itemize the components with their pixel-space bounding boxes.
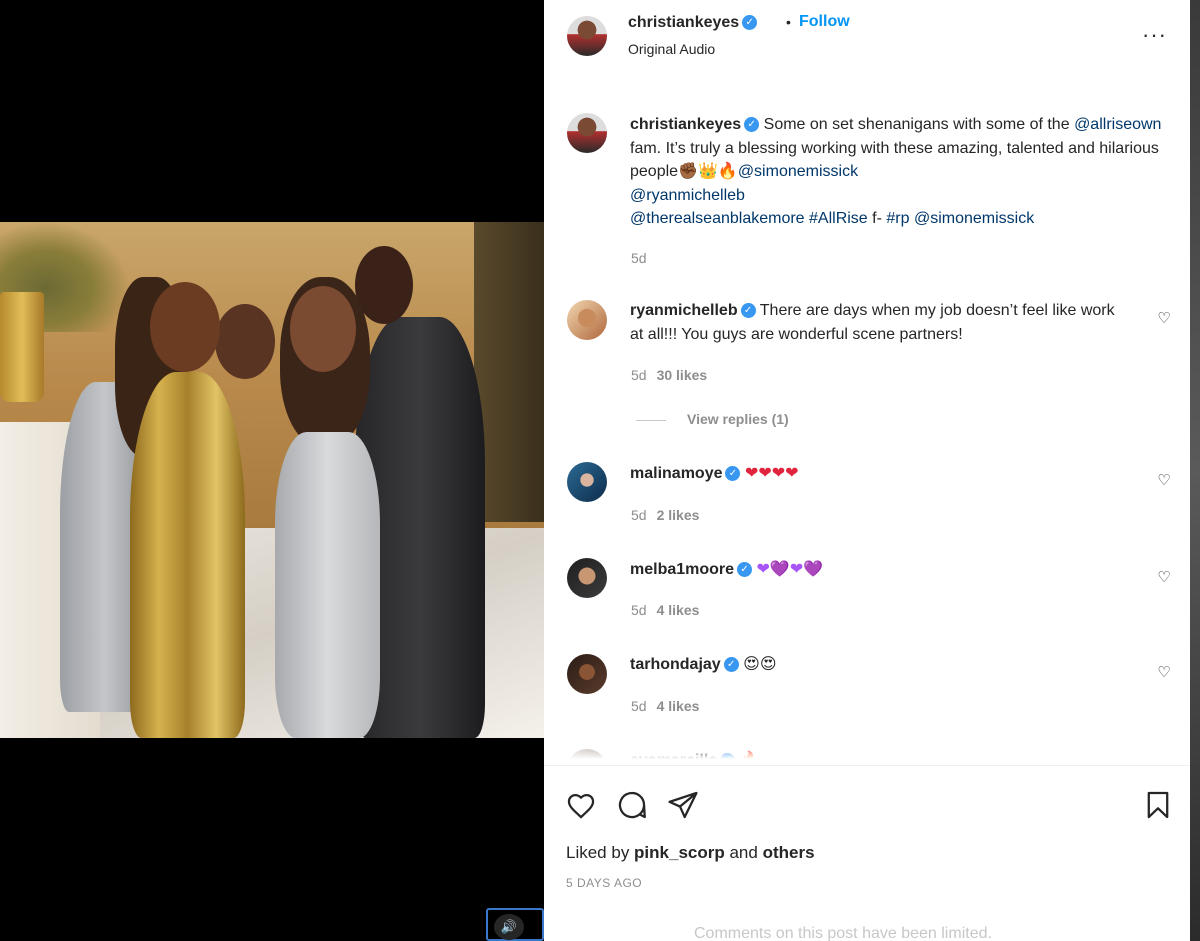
mention-link[interactable]: @simonemissick [914,210,1034,227]
comment-text: 😍😍 [743,656,777,673]
speaker-icon: 🔊 [494,914,524,940]
comment-time[interactable]: 5d [631,367,647,383]
media-viewer: 🔊 [0,0,544,941]
mention-link[interactable]: @ryanmichelleb [630,187,745,204]
post-date[interactable]: 5 DAYS AGO [566,876,642,890]
comment-username[interactable]: melba1moore [630,561,734,578]
liked-by-others[interactable]: others [763,843,815,862]
mention-link[interactable]: @simonemissick [738,163,858,180]
person-silver-dress [275,432,380,738]
author-avatar[interactable] [567,16,607,56]
view-replies-button[interactable]: View replies (1) [687,411,789,427]
comment-meta: 5d 4 likes [631,698,699,714]
comment-avatar[interactable] [567,654,607,694]
comment-avatar[interactable] [567,462,607,502]
audio-label[interactable]: Original Audio [628,41,715,57]
comment-item: tarhondajay ✓ 😍😍 [630,653,1130,677]
follow-button[interactable]: Follow [799,13,850,31]
comment-username[interactable]: malinamoye [630,465,722,482]
share-icon[interactable] [666,788,700,822]
liked-by-user[interactable]: pink_scorp [634,843,725,862]
comment-item: ryanmichelleb ✓ There are days when my jo… [630,299,1130,346]
comment-item: malinamoye ✓ ❤❤❤❤ [630,462,1130,486]
comment-time[interactable]: 5d [631,698,647,714]
replies-divider [636,420,666,421]
like-comment-heart-icon[interactable]: ♡ [1156,311,1172,327]
like-comment-heart-icon[interactable]: ♡ [1156,570,1172,586]
verified-icon: ✓ [725,466,741,482]
verified-icon: ✓ [737,562,753,578]
author-username[interactable]: christiankeyes [628,14,739,31]
caption-emojis: ✊🏾👑🔥 [678,163,738,180]
comment-item: melba1moore ✓ ❤💜❤💜 [630,558,1130,582]
like-comment-heart-icon[interactable]: ♡ [1156,665,1172,681]
caption-text: Some on set shenanigans with some of the [763,116,1070,133]
verified-icon: ✓ [744,117,760,133]
mention-link[interactable]: @therealseanblakemore [630,210,805,227]
comments-limited-notice: Comments on this post have been limited. [694,925,992,941]
sound-toggle-button[interactable]: 🔊 [486,908,544,941]
comment-likes[interactable]: 4 likes [657,602,700,618]
photo-vase [0,292,44,402]
caption-username[interactable]: christiankeyes [630,116,741,133]
separator-dot: • [786,14,791,30]
caption-text: f- [867,210,887,227]
comment-text: ❤💜❤💜 [756,561,824,578]
heart-icon[interactable] [564,788,598,822]
comment-username[interactable]: ryanmichelleb [630,302,738,319]
scroll-fade [544,745,1190,765]
comment-text: ❤❤❤❤ [744,465,799,482]
comment-avatar[interactable] [567,558,607,598]
comment-icon[interactable] [615,788,649,822]
comment-meta: 5d 4 likes [631,602,699,618]
likes-prefix: Liked by [566,843,635,862]
actions-divider [544,765,1190,766]
likes-summary: Liked by pink_scorp and others [566,843,815,863]
comment-time[interactable]: 5d [631,602,647,618]
person-gray-suit-head [215,304,275,379]
comment-meta: 5d 2 likes [631,507,699,523]
hashtag-link[interactable]: #rp [886,210,909,227]
post-sidebar: christiankeyes ✓ • Follow Original Audio … [544,0,1190,941]
post-caption: christiankeyes ✓ Some on set shenanigans … [630,113,1170,231]
window-edge [1190,0,1200,941]
author-username-row: christiankeyes ✓ [628,14,758,32]
comment-likes[interactable]: 30 likes [657,367,708,383]
person-gold-dress [130,372,245,738]
caption-time[interactable]: 5d [631,250,647,266]
bookmark-icon[interactable] [1141,788,1175,822]
comment-meta: 5d 30 likes [631,367,707,383]
comment-likes[interactable]: 2 likes [657,507,700,523]
verified-icon: ✓ [723,657,739,673]
comment-likes[interactable]: 4 likes [657,698,700,714]
post-photo[interactable] [0,222,544,738]
comment-avatar[interactable] [567,300,607,340]
mention-link[interactable]: @allriseown [1074,116,1161,133]
person-gold-dress-head [150,282,220,372]
comment-username[interactable]: tarhondajay [630,656,721,673]
likes-middle: and [724,843,763,862]
verified-icon: ✓ [742,15,758,31]
verified-icon: ✓ [740,303,756,319]
hashtag-link[interactable]: #AllRise [809,210,868,227]
person-silver-dress-head [290,286,356,372]
caption-avatar[interactable] [567,113,607,153]
more-options-icon[interactable]: ··· [1142,22,1167,48]
like-comment-heart-icon[interactable]: ♡ [1156,473,1172,489]
comment-time[interactable]: 5d [631,507,647,523]
